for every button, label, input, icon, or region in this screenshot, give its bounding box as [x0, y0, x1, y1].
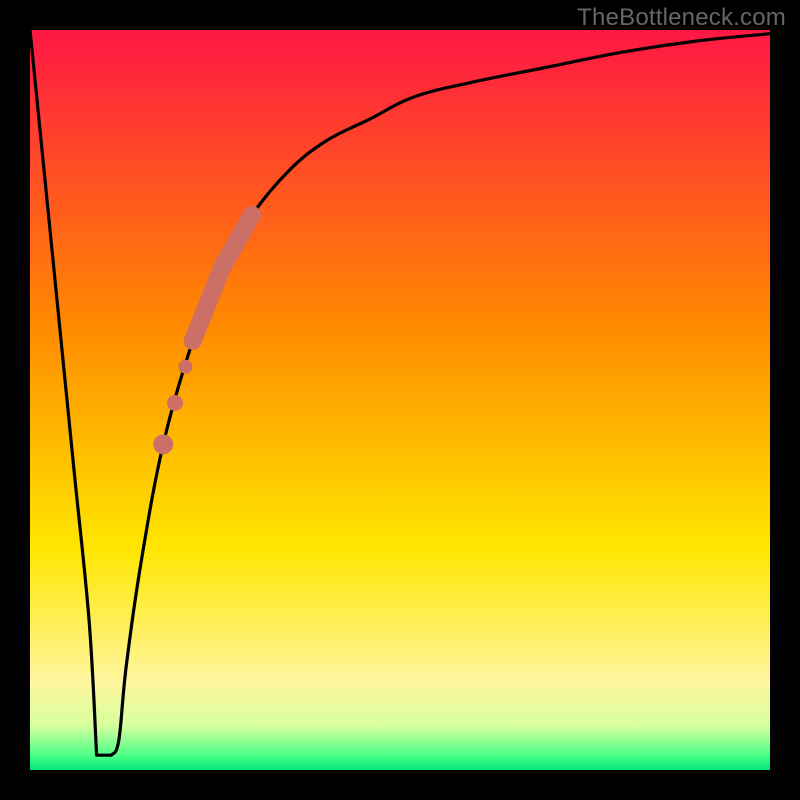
chart-svg — [30, 30, 770, 770]
highlight-dot — [167, 395, 183, 411]
watermark-text: TheBottleneck.com — [577, 4, 786, 32]
highlight-dot — [178, 360, 192, 374]
highlight-dot — [153, 434, 173, 454]
chart-plot-area — [30, 30, 770, 770]
chart-frame: TheBottleneck.com — [0, 0, 800, 800]
plot-background — [30, 30, 770, 770]
